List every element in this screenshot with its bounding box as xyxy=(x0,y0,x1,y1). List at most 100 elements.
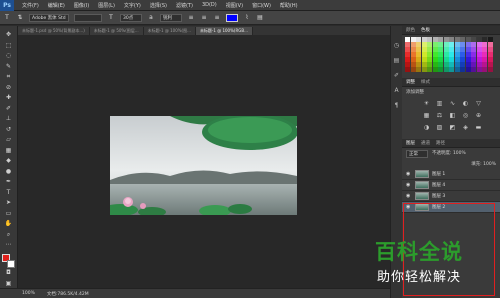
swatch[interactable] xyxy=(438,37,443,42)
menu-3d[interactable]: 3D(D) xyxy=(202,2,217,9)
eyedropper-tool-icon[interactable]: ⊘ xyxy=(3,83,15,93)
swatch[interactable] xyxy=(471,67,476,72)
swatch[interactable] xyxy=(454,47,460,52)
menu-image[interactable]: 图像(I) xyxy=(74,2,89,9)
tab-channels[interactable]: 通道 xyxy=(421,140,430,146)
tab-swatches[interactable]: 色板 xyxy=(421,27,430,33)
swatch[interactable] xyxy=(410,47,416,52)
menu-layer[interactable]: 图层(L) xyxy=(98,2,115,9)
tab-styles[interactable]: 样式 xyxy=(421,79,430,85)
swatch[interactable] xyxy=(471,52,476,57)
canvas-area[interactable] xyxy=(18,35,390,288)
swatch[interactable] xyxy=(421,42,427,47)
layer-row[interactable]: ◉ 图层 3 xyxy=(402,191,500,202)
menu-type[interactable]: 文字(Y) xyxy=(124,2,141,9)
tab-layers[interactable]: 图层 xyxy=(406,140,415,146)
swatch[interactable] xyxy=(405,42,410,47)
menu-select[interactable]: 选择(S) xyxy=(150,2,167,9)
swatch[interactable] xyxy=(438,52,443,57)
swatch[interactable] xyxy=(443,62,449,67)
swatch[interactable] xyxy=(432,57,438,62)
swatch[interactable] xyxy=(487,57,493,62)
swatch[interactable] xyxy=(471,47,476,52)
menu-filter[interactable]: 滤镜(T) xyxy=(176,2,193,9)
swatch[interactable] xyxy=(405,52,410,57)
paragraph-icon[interactable]: ¶ xyxy=(393,102,401,110)
swatch[interactable] xyxy=(432,52,438,57)
text-color-swatch[interactable] xyxy=(226,13,238,22)
swatch[interactable] xyxy=(460,42,465,47)
visibility-eye-icon[interactable]: ◉ xyxy=(406,171,412,177)
color-balance-icon[interactable]: ⚖ xyxy=(435,112,444,120)
swatch[interactable] xyxy=(465,57,471,62)
swatch[interactable] xyxy=(476,47,482,52)
brush-panel-icon[interactable]: ✐ xyxy=(393,72,401,80)
font-size-select[interactable]: 30点 xyxy=(120,13,142,22)
color-swatches[interactable] xyxy=(1,253,16,268)
dodge-tool-icon[interactable]: ● xyxy=(3,167,15,177)
swatch[interactable] xyxy=(449,62,454,67)
text-orientation-icon[interactable]: ⇅ xyxy=(16,14,24,22)
menu-window[interactable]: 窗口(W) xyxy=(252,2,271,9)
swatch[interactable] xyxy=(454,52,460,57)
zoom-level[interactable]: 100% xyxy=(22,291,35,296)
gradient-tool-icon[interactable]: ▦ xyxy=(3,146,15,156)
tab-paths[interactable]: 路径 xyxy=(436,140,445,146)
marquee-tool-icon[interactable]: ⬚ xyxy=(3,41,15,51)
type-tool-icon[interactable]: T xyxy=(3,188,15,198)
swatch[interactable] xyxy=(487,67,493,72)
swatch[interactable] xyxy=(465,37,471,42)
swatch[interactable] xyxy=(432,42,438,47)
swatch[interactable] xyxy=(476,67,482,72)
swatch[interactable] xyxy=(438,47,443,52)
swatch[interactable] xyxy=(482,42,487,47)
brush-tool-icon[interactable]: ✐ xyxy=(3,104,15,114)
menu-view[interactable]: 视图(V) xyxy=(226,2,243,9)
opacity-control[interactable]: 不透明度: 100% xyxy=(432,150,466,158)
swatch[interactable] xyxy=(460,57,465,62)
swatch[interactable] xyxy=(487,52,493,57)
quick-select-tool-icon[interactable]: ✎ xyxy=(3,62,15,72)
align-center-icon[interactable]: ≡ xyxy=(200,14,208,22)
swatch[interactable] xyxy=(443,42,449,47)
swatch[interactable] xyxy=(449,37,454,42)
align-left-icon[interactable]: ≡ xyxy=(187,14,195,22)
character-icon[interactable]: A xyxy=(393,87,401,95)
swatch[interactable] xyxy=(438,57,443,62)
swatch[interactable] xyxy=(438,67,443,72)
curves-icon[interactable]: ∿ xyxy=(448,100,457,108)
crop-tool-icon[interactable]: ⌗ xyxy=(3,72,15,82)
swatch[interactable] xyxy=(476,37,482,42)
swatch[interactable] xyxy=(427,67,432,72)
swatch[interactable] xyxy=(460,62,465,67)
black-white-icon[interactable]: ◧ xyxy=(448,112,457,120)
swatch[interactable] xyxy=(427,62,432,67)
swatch[interactable] xyxy=(410,62,416,67)
swatch[interactable] xyxy=(482,37,487,42)
anti-alias-select[interactable]: 锐利 xyxy=(160,13,182,22)
channel-mixer-icon[interactable]: ⊕ xyxy=(474,112,483,120)
lasso-tool-icon[interactable]: ◌ xyxy=(3,51,15,61)
swatch[interactable] xyxy=(454,57,460,62)
swatch[interactable] xyxy=(432,62,438,67)
swatch[interactable] xyxy=(482,62,487,67)
history-icon[interactable]: ◷ xyxy=(393,42,401,50)
swatch[interactable] xyxy=(438,42,443,47)
swatch[interactable] xyxy=(443,57,449,62)
hue-saturation-icon[interactable]: ▦ xyxy=(422,112,431,120)
swatch[interactable] xyxy=(421,62,427,67)
swatch[interactable] xyxy=(416,57,421,62)
tab-document-2[interactable]: 未标题-1 @ 50%(图层... xyxy=(89,27,144,35)
visibility-eye-icon[interactable]: ◉ xyxy=(406,193,412,199)
swatch[interactable] xyxy=(405,47,410,52)
zoom-tool-icon[interactable]: ⌕ xyxy=(3,230,15,240)
swatch[interactable] xyxy=(465,62,471,67)
swatch[interactable] xyxy=(482,67,487,72)
clone-stamp-tool-icon[interactable]: ⊥ xyxy=(3,114,15,124)
swatch[interactable] xyxy=(443,52,449,57)
swatch[interactable] xyxy=(405,57,410,62)
swatch[interactable] xyxy=(443,67,449,72)
photo-filter-icon[interactable]: ◎ xyxy=(461,112,470,120)
swatch[interactable] xyxy=(405,37,410,42)
swatch[interactable] xyxy=(482,57,487,62)
